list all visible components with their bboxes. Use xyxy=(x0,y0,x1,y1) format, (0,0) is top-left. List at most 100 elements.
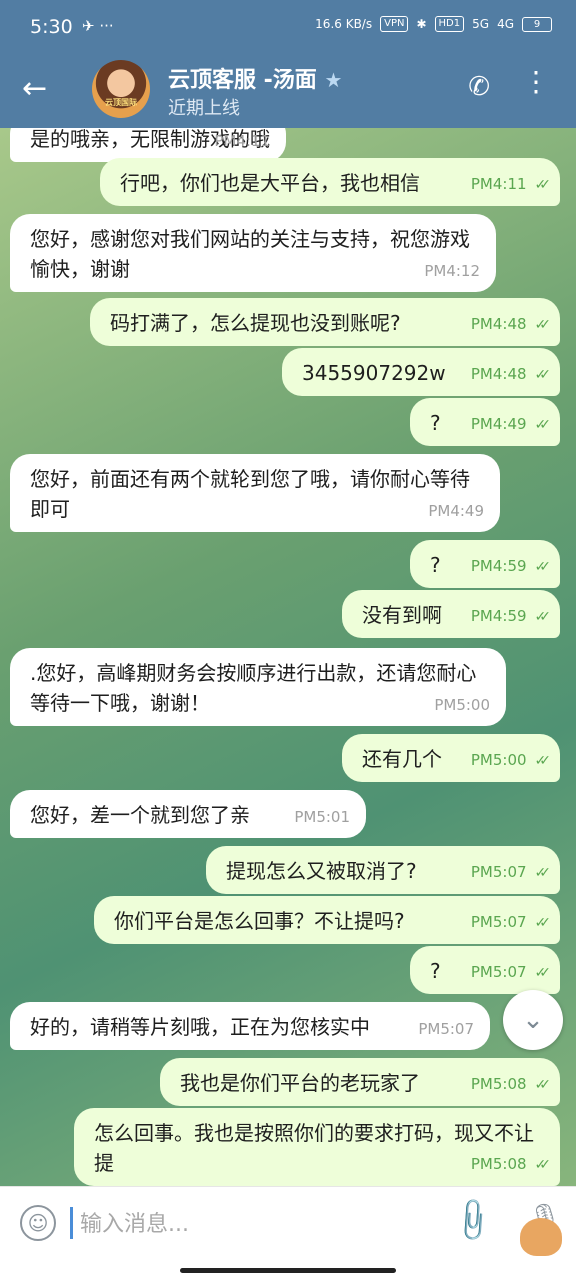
incoming-message[interactable]: 好的，请稍等片刻哦，正在为您核实中 PM5:07 xyxy=(10,1002,490,1050)
read-checkmarks-icon: ✓✓ xyxy=(534,1077,552,1093)
chat-status: 近期上线 xyxy=(168,98,240,119)
attach-icon[interactable]: 📎 xyxy=(447,1195,498,1246)
read-checkmarks-icon: ✓✓ xyxy=(534,317,552,333)
outgoing-message[interactable]: 提现怎么又被取消了? PM5:07 ✓✓ xyxy=(206,846,560,894)
message-time: PM4:11 xyxy=(214,128,270,156)
message-time-text: PM4:49 xyxy=(428,502,484,520)
status-bar: 5:30 ✈ ··· 16.6 KB/s VPN ✱ HD1 5G 4G 9 xyxy=(0,0,576,54)
message-time: PM5:07 xyxy=(418,1014,474,1044)
message-time: PM4:48 ✓✓ xyxy=(470,359,552,390)
message-time-text: PM4:48 xyxy=(470,365,527,383)
star-icon: ★ xyxy=(324,68,343,92)
message-time-text: PM4:11 xyxy=(470,175,527,193)
outgoing-message[interactable]: 码打满了，怎么提现也没到账呢? PM4:48 ✓✓ xyxy=(90,298,560,346)
message-text: 您好，差一个就到您了亲 xyxy=(30,803,250,827)
avatar[interactable]: 云顶国际 xyxy=(92,60,150,118)
message-text: 您好，前面还有两个就轮到您了哦，请你耐心等待即可 xyxy=(30,467,470,521)
back-arrow-icon[interactable]: ← xyxy=(22,74,47,104)
message-time-text: PM4:49 xyxy=(470,415,527,433)
message-text: 没有到啊 xyxy=(362,603,442,627)
message-time: PM4:49 xyxy=(428,496,484,526)
outgoing-message[interactable]: 没有到啊 PM4:59 ✓✓ xyxy=(342,590,560,638)
scroll-down-button[interactable]: ⌄ xyxy=(503,990,563,1050)
message-text: ? xyxy=(430,959,441,983)
read-checkmarks-icon: ✓✓ xyxy=(534,965,552,981)
message-text: 您好，感谢您对我们网站的关注与支持，祝您游戏愉快，谢谢 xyxy=(30,227,470,281)
outgoing-message[interactable]: ? PM5:07 ✓✓ xyxy=(410,946,560,994)
outgoing-message[interactable]: 3455907292w PM4:48 ✓✓ xyxy=(282,348,560,396)
signal-4g-icon: 4G xyxy=(497,17,514,31)
outgoing-message[interactable]: 怎么回事。我也是按照你们的要求打码，现又不让提 PM5:08 ✓✓ xyxy=(74,1108,560,1186)
hd-icon: HD1 xyxy=(434,16,465,32)
message-time: PM5:00 ✓✓ xyxy=(471,745,552,776)
incoming-message[interactable]: 您好，前面还有两个就轮到您了哦，请你耐心等待即可 PM4:49 xyxy=(10,454,500,532)
message-time-text: PM4:59 xyxy=(470,607,527,625)
message-time: PM5:00 xyxy=(434,690,490,720)
gesture-handle[interactable] xyxy=(180,1268,396,1273)
read-checkmarks-icon: ✓✓ xyxy=(534,417,552,433)
read-checkmarks-icon: ✓✓ xyxy=(534,559,552,575)
message-time: PM4:48 ✓✓ xyxy=(470,309,552,340)
phone-icon[interactable]: ✆ xyxy=(468,72,490,102)
message-time: PM5:07 ✓✓ xyxy=(470,907,552,938)
composer: ☺ 📎 🎙 xyxy=(0,1186,576,1261)
bluetooth-icon: ✱ xyxy=(416,17,427,31)
outgoing-message[interactable]: 我也是你们平台的老玩家了 PM5:08 ✓✓ xyxy=(160,1058,560,1106)
read-checkmarks-icon: ✓✓ xyxy=(534,753,552,769)
read-checkmarks-icon: ✓✓ xyxy=(534,865,552,881)
more-menu-icon[interactable]: ⋮ xyxy=(522,68,550,96)
message-list[interactable]: 是的哦亲，无限制游戏的哦 PM4:11 行吧，你们也是大平台，我也相信 PM4:11 ✓… xyxy=(0,128,576,1186)
battery-icon: 9 xyxy=(522,16,552,32)
message-time-text: PM5:07 xyxy=(470,863,527,881)
message-text: 你们平台是怎么回事？不让提吗? xyxy=(114,909,405,933)
avatar-logo-text: 云顶国际 xyxy=(105,98,137,107)
message-text: 好的，请稍等片刻哦，正在为您核实中 xyxy=(30,1015,370,1039)
message-text: ? xyxy=(430,553,441,577)
message-time: PM4:12 xyxy=(424,256,480,286)
message-time-text: PM4:48 xyxy=(470,315,527,333)
text-cursor xyxy=(70,1207,73,1239)
status-right-icons: 16.6 KB/s VPN ✱ HD1 5G 4G 9 xyxy=(315,16,552,32)
outgoing-message[interactable]: ? PM4:49 ✓✓ xyxy=(410,398,560,446)
message-time: PM4:49 ✓✓ xyxy=(470,409,552,440)
message-text: 码打满了，怎么提现也没到账呢? xyxy=(110,311,401,335)
chat-header: ← 云顶国际 云顶客服 -汤面 ★ 近期上线 ✆ ⋮ xyxy=(0,54,576,128)
message-time-text: PM5:07 xyxy=(470,963,527,981)
signal-5g-icon: 5G xyxy=(472,17,490,31)
emoji-icon[interactable]: ☺ xyxy=(20,1205,56,1241)
message-time: PM4:59 ✓✓ xyxy=(471,551,552,582)
read-checkmarks-icon: ✓✓ xyxy=(534,915,552,931)
message-time: PM4:59 ✓✓ xyxy=(470,601,552,632)
incoming-message[interactable]: 您好，差一个就到您了亲 PM5:01 xyxy=(10,790,366,838)
outgoing-message[interactable]: 还有几个 PM5:00 ✓✓ xyxy=(342,734,560,782)
outgoing-message[interactable]: 行吧，你们也是大平台，我也相信 PM4:11 ✓✓ xyxy=(100,158,560,206)
message-time-text: PM4:12 xyxy=(424,262,480,280)
message-time-text: PM5:08 xyxy=(470,1155,527,1173)
watermark-dog-icon xyxy=(520,1218,562,1256)
vpn-icon: VPN xyxy=(380,16,409,32)
message-time-text: PM4:11 xyxy=(214,132,270,150)
status-time: 5:30 xyxy=(30,16,73,38)
message-time: PM4:11 ✓✓ xyxy=(470,169,552,200)
incoming-message[interactable]: .您好，高峰期财务会按顺序进行出款，还请您耐心等待一下哦，谢谢！ PM5:00 xyxy=(10,648,506,726)
read-checkmarks-icon: ✓✓ xyxy=(534,609,552,625)
message-time: PM5:07 ✓✓ xyxy=(470,857,552,888)
message-time: PM5:01 xyxy=(294,802,350,832)
read-checkmarks-icon: ✓✓ xyxy=(534,1157,552,1173)
message-time-text: PM5:00 xyxy=(434,696,490,714)
message-time-text: PM5:01 xyxy=(294,808,350,826)
incoming-message[interactable]: 是的哦亲，无限制游戏的哦 PM4:11 xyxy=(10,128,286,162)
incoming-message[interactable]: 您好，感谢您对我们网站的关注与支持，祝您游戏愉快，谢谢 PM4:12 xyxy=(10,214,496,292)
network-speed: 16.6 KB/s xyxy=(315,17,373,31)
chat-title[interactable]: 云顶客服 -汤面 ★ xyxy=(168,62,342,94)
message-text: 提现怎么又被取消了? xyxy=(226,859,417,883)
outgoing-message[interactable]: ? PM4:59 ✓✓ xyxy=(410,540,560,588)
message-text: 还有几个 xyxy=(362,747,442,771)
message-time-text: PM5:07 xyxy=(470,913,527,931)
message-text: 行吧，你们也是大平台，我也相信 xyxy=(120,171,420,195)
message-time: PM5:07 ✓✓ xyxy=(470,957,552,988)
outgoing-message[interactable]: 你们平台是怎么回事？不让提吗? PM5:07 ✓✓ xyxy=(94,896,560,944)
navigation-bar xyxy=(0,1260,576,1280)
message-input[interactable] xyxy=(78,1203,422,1245)
read-checkmarks-icon: ✓✓ xyxy=(534,367,552,383)
